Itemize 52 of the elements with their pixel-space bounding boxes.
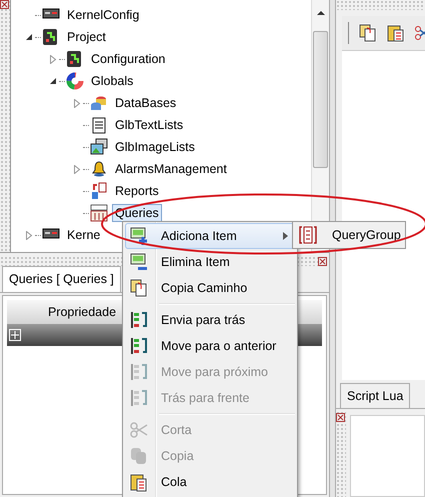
tree-item[interactable]: Reports	[112, 182, 162, 200]
list-icon	[90, 116, 108, 134]
reorder-icon	[129, 388, 149, 408]
scissors-icon[interactable]	[415, 24, 425, 42]
collapse-arrow-icon[interactable]	[49, 77, 57, 85]
tree-item[interactable]: Configuration	[88, 50, 168, 68]
reorder-icon	[129, 362, 149, 382]
menu-item[interactable]: Cola	[125, 469, 295, 495]
expand-arrow-icon[interactable]	[73, 98, 81, 108]
clipboard-icon	[129, 472, 149, 492]
ring-icon	[66, 72, 84, 90]
close-icon[interactable]	[318, 257, 328, 266]
database-icon	[90, 94, 108, 112]
menu-item[interactable]: Envia para trás	[125, 307, 295, 333]
clipboard-icon[interactable]	[387, 24, 405, 42]
menu-item[interactable]: Adiciona Item	[125, 223, 295, 249]
expand-arrow-icon[interactable]	[49, 54, 57, 64]
menu-item[interactable]: QueryGroup	[294, 223, 404, 247]
tree-item[interactable]: Project	[64, 28, 109, 46]
expand-plus-icon[interactable]	[9, 329, 21, 341]
panel-gripper[interactable]	[336, 0, 425, 10]
panel-tab[interactable]: Script Lua	[340, 383, 410, 408]
bell-icon	[90, 160, 108, 178]
scroll-up-arrow-icon[interactable]	[316, 10, 325, 15]
tree-item[interactable]: DataBases	[112, 94, 180, 112]
module-icon	[66, 50, 84, 68]
tree-item[interactable]: GlbTextLists	[112, 116, 186, 134]
copy-icon	[129, 278, 149, 298]
report-icon	[90, 182, 108, 200]
copy-icon	[129, 446, 149, 466]
expand-arrow-icon[interactable]	[25, 230, 33, 240]
copy-icon[interactable]	[359, 24, 377, 42]
tree-item[interactable]: AlarmsManagement	[112, 160, 230, 178]
tree-item[interactable]: GlbImageLists	[112, 138, 198, 156]
tree-item[interactable]: KernelConfig	[64, 6, 142, 24]
close-icon[interactable]	[0, 0, 9, 9]
scissors-icon	[129, 420, 149, 440]
close-icon[interactable]	[336, 413, 345, 422]
module-icon	[42, 28, 60, 46]
reorder-icon	[129, 336, 149, 356]
tree-item[interactable]: Globals	[88, 72, 136, 90]
panel-tab[interactable]: Queries [ Queries ]	[2, 266, 121, 292]
menu-item[interactable]: Move para o anterior	[125, 333, 295, 359]
monitor-icon	[129, 226, 149, 246]
reorder-icon	[129, 310, 149, 330]
tree-item[interactable]: Kerne	[64, 226, 104, 244]
expand-arrow-icon[interactable]	[73, 164, 81, 174]
monitor-icon	[129, 252, 149, 272]
menu-item[interactable]: Elimina Item	[125, 249, 295, 275]
collapse-arrow-icon[interactable]	[25, 33, 33, 41]
menu-item[interactable]: Copia Caminho	[125, 275, 295, 301]
images-icon	[90, 138, 108, 156]
